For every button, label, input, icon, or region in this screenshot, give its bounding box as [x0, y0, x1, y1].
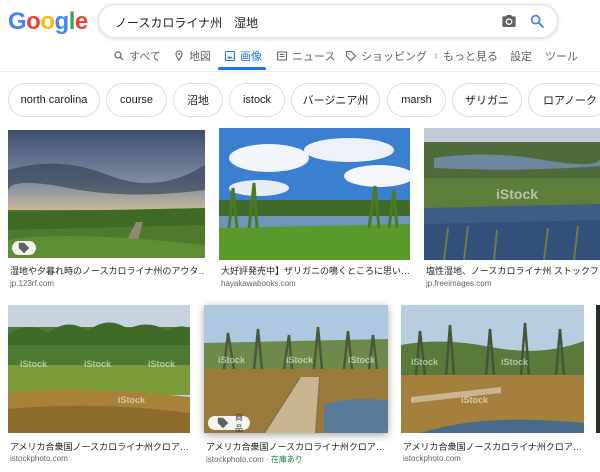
- search-icon[interactable]: [529, 13, 545, 29]
- google-logo[interactable]: Google: [8, 8, 88, 36]
- news-icon: [276, 51, 288, 61]
- partial-result-image[interactable]: [596, 305, 600, 433]
- tab-label: 画像: [240, 51, 262, 63]
- watermark-text: iStock: [20, 359, 48, 369]
- watermark-text: iStock: [461, 395, 489, 405]
- search-box[interactable]: ノースカロライナ州 湿地: [98, 4, 558, 38]
- result-title[interactable]: アメリカ合衆国ノースカロライナ州クロア…: [206, 440, 388, 453]
- search-tabs: すべて 地図 画像 ニュース ショッピング もっと見る 設定 ツール: [0, 44, 600, 70]
- result-title[interactable]: アメリカ合衆国ノースカロライナ州クロア…: [10, 440, 190, 453]
- result-image-5[interactable]: iStock iStock iStock 商品: [204, 305, 388, 433]
- product-badge: 商品: [208, 413, 250, 433]
- header-divider: [0, 71, 600, 72]
- tab-label: ショッピング: [361, 51, 427, 63]
- result-source[interactable]: jp.123rf.com: [10, 279, 54, 288]
- more-dots-icon: [435, 53, 437, 59]
- watermark-text: iStock: [118, 395, 146, 405]
- tab-label: もっと見る: [443, 51, 498, 63]
- image-icon: [224, 50, 236, 62]
- badge-label: 商品: [235, 413, 243, 433]
- marsh-sunset-photo: [8, 130, 205, 258]
- tab-label: ニュース: [292, 51, 336, 63]
- chip-istock[interactable]: istock: [229, 83, 285, 117]
- watermark-text: iStock: [348, 355, 376, 365]
- logo-letter: e: [74, 8, 88, 35]
- watermark-text: iStock: [218, 355, 246, 365]
- watermark-text: iStock: [84, 359, 112, 369]
- tab-label: ツール: [545, 51, 578, 63]
- chip-swamp[interactable]: 沼地: [173, 83, 223, 117]
- search-input[interactable]: ノースカロライナ州 湿地: [115, 14, 258, 31]
- result-title[interactable]: アメリカ合衆国ノースカロライナ州クロア…: [403, 440, 584, 453]
- result-title[interactable]: 大好評発売中】ザリガニの鳴くところに思い…: [221, 264, 409, 277]
- result-source[interactable]: istockphoto.com · 在庫あり: [206, 454, 303, 465]
- boardwalk-photo: [204, 305, 388, 433]
- tab-news[interactable]: ニュース: [276, 48, 335, 64]
- image-badge: [12, 241, 36, 255]
- logo-letter: o: [26, 8, 41, 35]
- watermark-text: iStock: [411, 357, 439, 367]
- active-tab-indicator: [218, 67, 266, 70]
- result-image-4[interactable]: iStock iStock iStock iStock: [8, 305, 190, 433]
- chip-crayfish[interactable]: ザリガニ: [452, 83, 522, 117]
- swamp-boardwalk-photo: [401, 305, 584, 433]
- result-image-3[interactable]: iStock: [424, 128, 600, 260]
- map-pin-icon: [175, 50, 183, 61]
- camera-icon[interactable]: [501, 13, 517, 29]
- result-image-6[interactable]: iStock iStock iStock: [401, 305, 584, 433]
- tag-icon: [345, 50, 357, 62]
- result-source[interactable]: jp.freeimages.com: [426, 279, 491, 288]
- source-domain: istockphoto.com: [206, 455, 264, 464]
- tab-label: 地図: [189, 51, 211, 63]
- swamp-trees-photo: [8, 305, 190, 433]
- result-title[interactable]: 塩性湿地、ノースカロライナ州 ストックフォ: [426, 264, 600, 277]
- result-source[interactable]: hayakawabooks.com: [221, 279, 296, 288]
- marsh-blue-sky-photo: [219, 128, 410, 260]
- tab-settings[interactable]: 設定: [510, 48, 532, 64]
- search-icon: [114, 51, 124, 61]
- result-image-2[interactable]: [219, 128, 410, 260]
- tab-maps[interactable]: 地図: [173, 48, 211, 64]
- result-source[interactable]: istockphoto.com: [403, 454, 461, 463]
- logo-letter: G: [8, 8, 27, 35]
- watermark-text: iStock: [496, 186, 539, 202]
- tab-tools[interactable]: ツール: [545, 48, 578, 64]
- in-stock-label: 在庫あり: [270, 455, 303, 464]
- chip-course[interactable]: course: [106, 83, 167, 117]
- watermark-text: iStock: [286, 355, 314, 365]
- tag-icon: [217, 417, 229, 429]
- tab-shopping[interactable]: ショッピング: [345, 48, 427, 64]
- result-title[interactable]: 湿地や夕暮れ時のノースカロライナ州のアウタ…: [10, 264, 204, 277]
- watermark-text: iStock: [501, 357, 529, 367]
- result-source[interactable]: istockphoto.com: [10, 454, 68, 463]
- tab-label: 設定: [510, 51, 532, 63]
- chip-north-carolina[interactable]: north carolina: [8, 83, 100, 117]
- logo-letter: o: [40, 8, 55, 35]
- tab-images[interactable]: 画像: [224, 48, 262, 64]
- watermark-text: iStock: [148, 359, 176, 369]
- tab-all[interactable]: すべて: [113, 48, 161, 64]
- tab-more[interactable]: もっと見る: [433, 48, 498, 64]
- tab-label: すべて: [129, 51, 161, 63]
- tag-icon: [18, 242, 30, 254]
- chip-roanoke[interactable]: ロアノーク: [528, 83, 600, 117]
- result-image-1[interactable]: [8, 130, 205, 258]
- chip-virginia[interactable]: バージニア州: [291, 83, 380, 117]
- logo-letter: g: [54, 8, 70, 35]
- chip-marsh[interactable]: marsh: [387, 83, 446, 117]
